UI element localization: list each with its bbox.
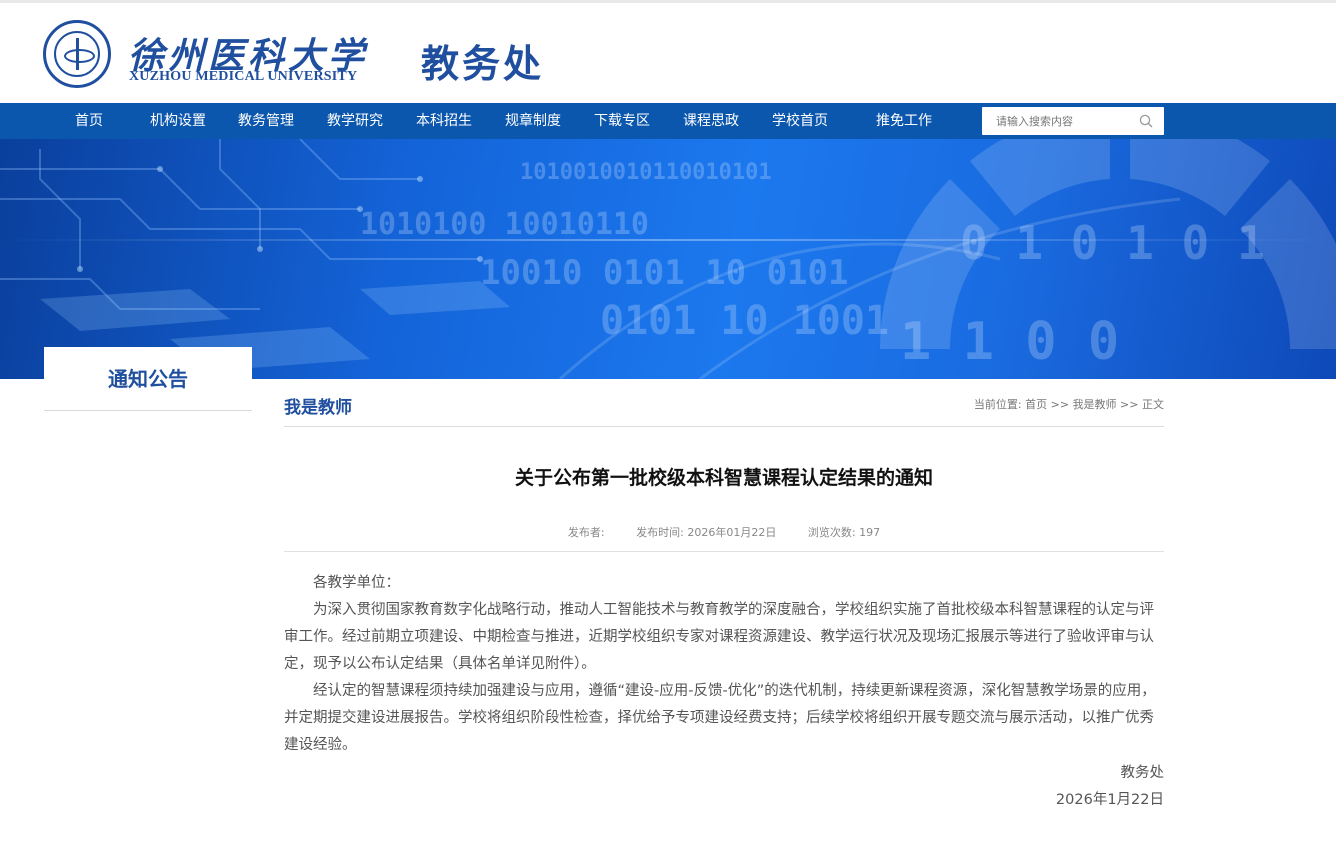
svg-text:0 1 0 1 0 1: 0 1 0 1 0 1	[960, 216, 1265, 270]
nav-item-teaching-research[interactable]: 教学研究	[320, 103, 390, 139]
article-paragraph: 经认定的智慧课程须持续加强建设与应用，遵循“建设-应用-反馈-优化”的迭代机制，…	[284, 683, 1156, 753]
article-paragraph: 为深入贯彻国家教育数字化战略行动，推动人工智能技术与教育教学的深度融合，学校组织…	[284, 602, 1154, 672]
nav-item-recommendation[interactable]: 推免工作	[869, 103, 939, 139]
nav-item-admissions[interactable]: 本科招生	[409, 103, 479, 139]
seal-emblem-icon	[54, 31, 100, 77]
breadcrumb-item-current: 正文	[1142, 398, 1164, 411]
department-title[interactable]: 教务处	[421, 33, 544, 88]
nav-item-organization[interactable]: 机构设置	[143, 103, 213, 139]
meta-publisher: 发布者:	[568, 526, 605, 539]
breadcrumb-item-home[interactable]: 首页	[1025, 398, 1047, 411]
search-icon[interactable]	[1139, 114, 1153, 128]
breadcrumb-prefix: 当前位置:	[973, 398, 1026, 411]
article-signature: 教务处	[1120, 765, 1165, 781]
meta-publisher-label: 发布者:	[567, 526, 605, 539]
search-box	[982, 107, 1164, 135]
nav-item-home[interactable]: 首页	[62, 103, 116, 139]
site-header: 徐州医科大学 XUZHOU MEDICAL UNIVERSITY 教务处	[0, 0, 1336, 103]
breadcrumb-separator: >>	[1116, 398, 1142, 411]
meta-publish-time: 发布时间: 2026年01月22日	[636, 526, 776, 539]
section-title: 我是教师	[284, 398, 352, 418]
svg-text:1010100 10010110: 1010100 10010110	[360, 207, 649, 242]
article-paragraph: 各教学单位：	[313, 575, 400, 591]
section-divider	[284, 426, 1164, 427]
meta-publish-time-label: 发布时间:	[636, 526, 684, 539]
article-meta: 发布者: 发布时间: 2026年01月22日 浏览次数: 197	[284, 524, 1164, 540]
meta-views-value: 197	[859, 526, 881, 539]
meta-publish-time-value: 2026年01月22日	[687, 526, 777, 539]
meta-views: 浏览次数: 197	[808, 526, 880, 539]
breadcrumb-separator: >>	[1047, 398, 1073, 411]
main-nav: 首页 机构设置 教务管理 教学研究 本科招生 规章制度 下载专区 课程思政 学校…	[0, 103, 1336, 139]
university-name-en[interactable]: XUZHOU MEDICAL UNIVERSITY	[129, 69, 357, 85]
breadcrumb: 当前位置: 首页 >> 我是教师 >> 正文	[974, 396, 1164, 412]
nav-item-academic-management[interactable]: 教务管理	[231, 103, 301, 139]
svg-text:0101 10 1001: 0101 10 1001	[600, 298, 889, 344]
sidebar-title[interactable]: 通知公告	[44, 347, 252, 411]
breadcrumb-item-teacher[interactable]: 我是教师	[1073, 398, 1117, 411]
university-seal-logo[interactable]	[43, 20, 111, 88]
svg-text:1010010010110010101: 1010010010110010101	[520, 160, 772, 185]
nav-item-school-home[interactable]: 学校首页	[765, 103, 835, 139]
article-body: 各教学单位： 为深入贯彻国家教育数字化战略行动，推动人工智能技术与教育教学的深度…	[284, 570, 1164, 759]
nav-item-downloads[interactable]: 下载专区	[587, 103, 657, 139]
meta-divider	[284, 551, 1164, 552]
hero-banner: 1010010010110010101 1010100 10010110 100…	[0, 139, 1336, 379]
article-title: 关于公布第一批校级本科智慧课程认定结果的通知	[514, 467, 933, 489]
nav-item-regulations[interactable]: 规章制度	[498, 103, 568, 139]
banner-tech-pattern-image: 1010010010110010101 1010100 10010110 100…	[0, 139, 1336, 379]
search-input[interactable]	[982, 107, 1132, 135]
svg-text:10010 0101 10 0101: 10010 0101 10 0101	[480, 253, 848, 293]
nav-item-course-ideology[interactable]: 课程思政	[676, 103, 746, 139]
meta-views-label: 浏览次数:	[807, 526, 856, 539]
article-date: 2026年1月22日	[1055, 792, 1164, 808]
